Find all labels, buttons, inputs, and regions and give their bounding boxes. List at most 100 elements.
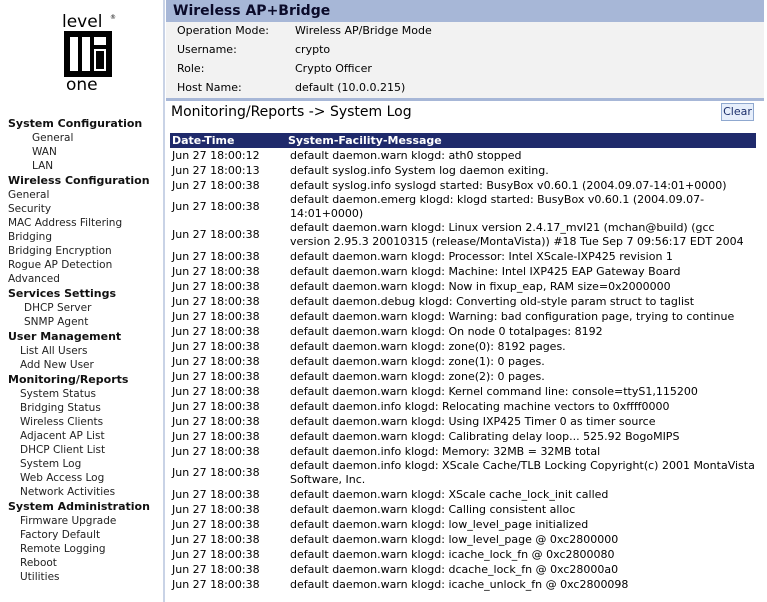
column-header-message: System-Facility-Message	[288, 134, 442, 147]
divider	[163, 0, 165, 602]
log-date-time: Jun 27 18:00:38	[172, 487, 260, 501]
log-message: default daemon.warn klogd: low_level_pag…	[290, 532, 619, 546]
log-message: default daemon.warn klogd: XScale cache_…	[290, 487, 609, 501]
sidebar-link-add-new-user[interactable]: Add New User	[8, 358, 163, 372]
log-message: default syslog.info System log daemon ex…	[290, 163, 549, 177]
table-row: Jun 27 18:00:38 default daemon.warn klogd…	[170, 562, 756, 577]
log-message: default daemon.info klogd: Memory: 32MB …	[290, 444, 601, 458]
sidebar-link-lan[interactable]: LAN	[8, 159, 163, 173]
info-value: crypto	[295, 43, 331, 56]
table-row: Jun 27 18:00:38 default daemon.warn klogd…	[170, 487, 756, 502]
sidebar-link-rogue-ap-detection[interactable]: Rogue AP Detection	[8, 258, 163, 272]
table-row: Jun 27 18:00:38 default daemon.warn klogd…	[170, 577, 756, 592]
log-date-time: Jun 27 18:00:38	[172, 249, 260, 263]
sidebar-link-wan[interactable]: WAN	[8, 145, 163, 159]
sidebar-link-general[interactable]: General	[8, 131, 163, 145]
sidebar-link-dhcp-client-list[interactable]: DHCP Client List	[8, 443, 163, 457]
table-row: Jun 27 18:00:38 default daemon.warn klogd…	[170, 324, 756, 339]
device-info-panel: Operation Mode: Wireless AP/Bridge Mode Us…	[166, 22, 764, 98]
log-date-time: Jun 27 18:00:38	[172, 384, 260, 398]
sidebar-link-general[interactable]: General	[8, 188, 163, 202]
level-one-logo: level ® one	[62, 12, 116, 92]
info-label: Operation Mode:	[177, 24, 269, 37]
log-date-time: Jun 27 18:00:38	[172, 547, 260, 561]
svg-text:®: ®	[110, 14, 116, 21]
log-date-time: Jun 27 18:00:38	[172, 228, 260, 241]
table-row: Jun 27 18:00:38 default daemon.emerg klog…	[170, 193, 756, 221]
sidebar-link-list-all-users[interactable]: List All Users	[8, 344, 163, 358]
svg-text:level: level	[62, 12, 102, 32]
sidebar-link-mac-address-filtering[interactable]: MAC Address Filtering	[8, 216, 163, 230]
table-row: Jun 27 18:00:38 default daemon.warn klogd…	[170, 532, 756, 547]
sidebar-link-dhcp-server[interactable]: DHCP Server	[8, 301, 163, 315]
side-navigation: System Configuration General WAN LAN Wireles…	[8, 116, 163, 584]
info-label: Username:	[177, 43, 237, 56]
log-message: default daemon.warn klogd: Linux version…	[290, 221, 744, 248]
table-row: Jun 27 18:00:38 default daemon.warn klogd…	[170, 339, 756, 354]
sidebar-link-system-log[interactable]: System Log	[8, 457, 163, 471]
sidebar-link-network-activities[interactable]: Network Activities	[8, 485, 163, 499]
sidebar-link-wireless-clients[interactable]: Wireless Clients	[8, 415, 163, 429]
page-header-title: Wireless AP+Bridge	[166, 0, 764, 22]
page-title: Monitoring/Reports -> System Log	[171, 104, 412, 120]
table-row: Jun 27 18:00:38 default daemon.warn klogd…	[170, 429, 756, 444]
log-message: default syslog.info syslogd started: Bus…	[290, 178, 727, 192]
log-message: default daemon.warn klogd: Calibrating d…	[290, 429, 680, 443]
nav-section-heading: User Management	[8, 330, 122, 343]
sidebar-link-security[interactable]: Security	[8, 202, 163, 216]
sidebar-link-snmp-agent[interactable]: SNMP Agent	[8, 315, 163, 329]
table-row: Jun 27 18:00:38 default daemon.warn klogd…	[170, 547, 756, 562]
main-panel: Wireless AP+Bridge Operation Mode: Wirele…	[166, 0, 767, 602]
table-row: Jun 27 18:00:38 default daemon.warn klogd…	[170, 502, 756, 517]
sidebar-link-web-access-log[interactable]: Web Access Log	[8, 471, 163, 485]
sidebar-link-remote-logging[interactable]: Remote Logging	[8, 542, 163, 556]
info-label: Role:	[177, 62, 205, 75]
table-row: Jun 27 18:00:38 default daemon.warn klogd…	[170, 264, 756, 279]
sidebar-link-bridging-status[interactable]: Bridging Status	[8, 401, 163, 415]
table-row: Jun 27 18:00:38 default daemon.warn klogd…	[170, 279, 756, 294]
log-rows: Jun 27 18:00:12 default daemon.warn klogd…	[170, 148, 756, 592]
clear-log-button[interactable]: Clear	[721, 103, 754, 121]
log-message: default daemon.warn klogd: ath0 stopped	[290, 148, 522, 162]
sidebar-link-utilities[interactable]: Utilities	[8, 570, 163, 584]
sidebar-link-adjacent-ap-list[interactable]: Adjacent AP List	[8, 429, 163, 443]
log-message: default daemon.warn klogd: icache_lock_f…	[290, 547, 615, 561]
info-value: Crypto Officer	[295, 62, 372, 75]
nav-section-heading: System Administration	[8, 500, 150, 513]
sidebar-link-bridging[interactable]: Bridging	[8, 230, 163, 244]
table-row: Jun 27 18:00:38 default daemon.warn klogd…	[170, 249, 756, 264]
table-row: Jun 27 18:00:38 default syslog.info syslo…	[170, 178, 756, 193]
sidebar-link-factory-default[interactable]: Factory Default	[8, 528, 163, 542]
log-message: default daemon.warn klogd: Calling consi…	[290, 502, 576, 516]
log-message: default daemon.debug klogd: Converting o…	[290, 294, 695, 308]
sidebar-link-advanced[interactable]: Advanced	[8, 272, 163, 286]
sidebar-link-system-status[interactable]: System Status	[8, 387, 163, 401]
log-message: default daemon.warn klogd: Using IXP425 …	[290, 414, 656, 428]
info-value: default (10.0.0.215)	[295, 81, 406, 94]
table-row: Jun 27 18:00:38 default daemon.info klogd…	[170, 459, 756, 487]
log-date-time: Jun 27 18:00:38	[172, 444, 260, 458]
log-date-time: Jun 27 18:00:38	[172, 279, 260, 293]
sidebar-link-firmware-upgrade[interactable]: Firmware Upgrade	[8, 514, 163, 528]
left-panel: level ® one System Configuration General W…	[0, 0, 163, 602]
table-header-row: Date-Time System-Facility-Message	[170, 133, 756, 148]
nav-section-heading: Monitoring/Reports	[8, 373, 129, 386]
system-log-table: Date-Time System-Facility-Message Jun 27…	[170, 133, 756, 592]
log-message: default daemon.warn klogd: Now in fixup_…	[290, 279, 671, 293]
log-date-time: Jun 27 18:00:38	[172, 200, 260, 213]
log-date-time: Jun 27 18:00:38	[172, 309, 260, 323]
sidebar-link-reboot[interactable]: Reboot	[8, 556, 163, 570]
log-message: default daemon.warn klogd: Warning: bad …	[290, 309, 735, 323]
table-row: Jun 27 18:00:13 default syslog.info Syste…	[170, 163, 756, 178]
log-message: default daemon.warn klogd: Machine: Inte…	[290, 264, 681, 278]
sidebar-link-bridging-encryption[interactable]: Bridging Encryption	[8, 244, 163, 258]
log-date-time: Jun 27 18:00:38	[172, 414, 260, 428]
log-message: default daemon.warn klogd: zone(0): 8192…	[290, 339, 566, 353]
log-date-time: Jun 27 18:00:38	[172, 577, 260, 591]
table-row: Jun 27 18:00:38 default daemon.info klogd…	[170, 399, 756, 414]
log-date-time: Jun 27 18:00:38	[172, 294, 260, 308]
info-label: Host Name:	[177, 81, 242, 94]
log-message: default daemon.warn klogd: zone(2): 0 pa…	[290, 369, 545, 383]
log-message: default daemon.warn klogd: dcache_lock_f…	[290, 562, 619, 576]
nav-section-heading: Wireless Configuration	[8, 174, 150, 187]
